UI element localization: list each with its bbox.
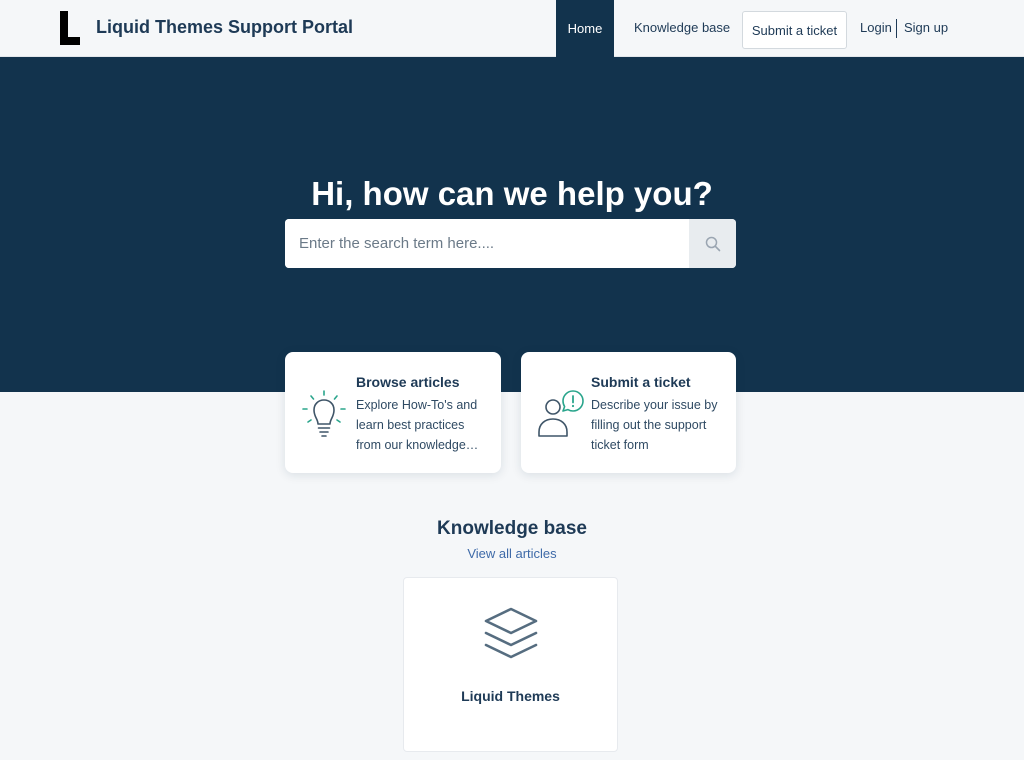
knowledge-base-title: Knowledge base	[437, 518, 587, 539]
lightbulb-icon	[301, 390, 347, 443]
submit-ticket-card[interactable]: Submit a ticket Describe your issue by f…	[521, 352, 736, 473]
category-label: Liquid Themes	[461, 688, 560, 704]
hero-title: Hi, how can we help you?	[311, 175, 713, 212]
search-button[interactable]	[689, 219, 736, 268]
card-description: Describe your issue by filling out the s…	[591, 398, 718, 452]
view-all-articles-link[interactable]: View all articles	[0, 546, 1024, 561]
search-icon	[705, 236, 720, 251]
card-title: Browse articles	[356, 374, 460, 390]
brand-title[interactable]: Liquid Themes Support Portal	[96, 17, 353, 38]
hero-section: Hi, how can we help you?	[0, 57, 1024, 392]
card-title: Submit a ticket	[591, 374, 691, 390]
site-header: Liquid Themes Support Portal Home Knowle…	[0, 0, 1024, 57]
nav-home[interactable]: Home	[556, 0, 614, 57]
nav-login[interactable]: Login	[860, 20, 892, 35]
search-input[interactable]	[285, 219, 689, 268]
nav-knowledge-base[interactable]: Knowledge base	[634, 20, 730, 35]
browse-articles-card[interactable]: Browse articles Explore How-To's and lea…	[285, 352, 501, 473]
nav-divider	[896, 19, 897, 38]
card-description: Explore How-To's and learn best practice…	[356, 398, 478, 452]
nav-signup[interactable]: Sign up	[904, 20, 948, 35]
layers-icon	[484, 606, 538, 665]
user-alert-icon	[536, 388, 586, 443]
logo-icon[interactable]	[58, 11, 82, 45]
search-bar	[285, 219, 736, 268]
category-card[interactable]: Liquid Themes	[403, 577, 618, 752]
nav-submit-ticket-button[interactable]: Submit a ticket	[742, 11, 847, 49]
